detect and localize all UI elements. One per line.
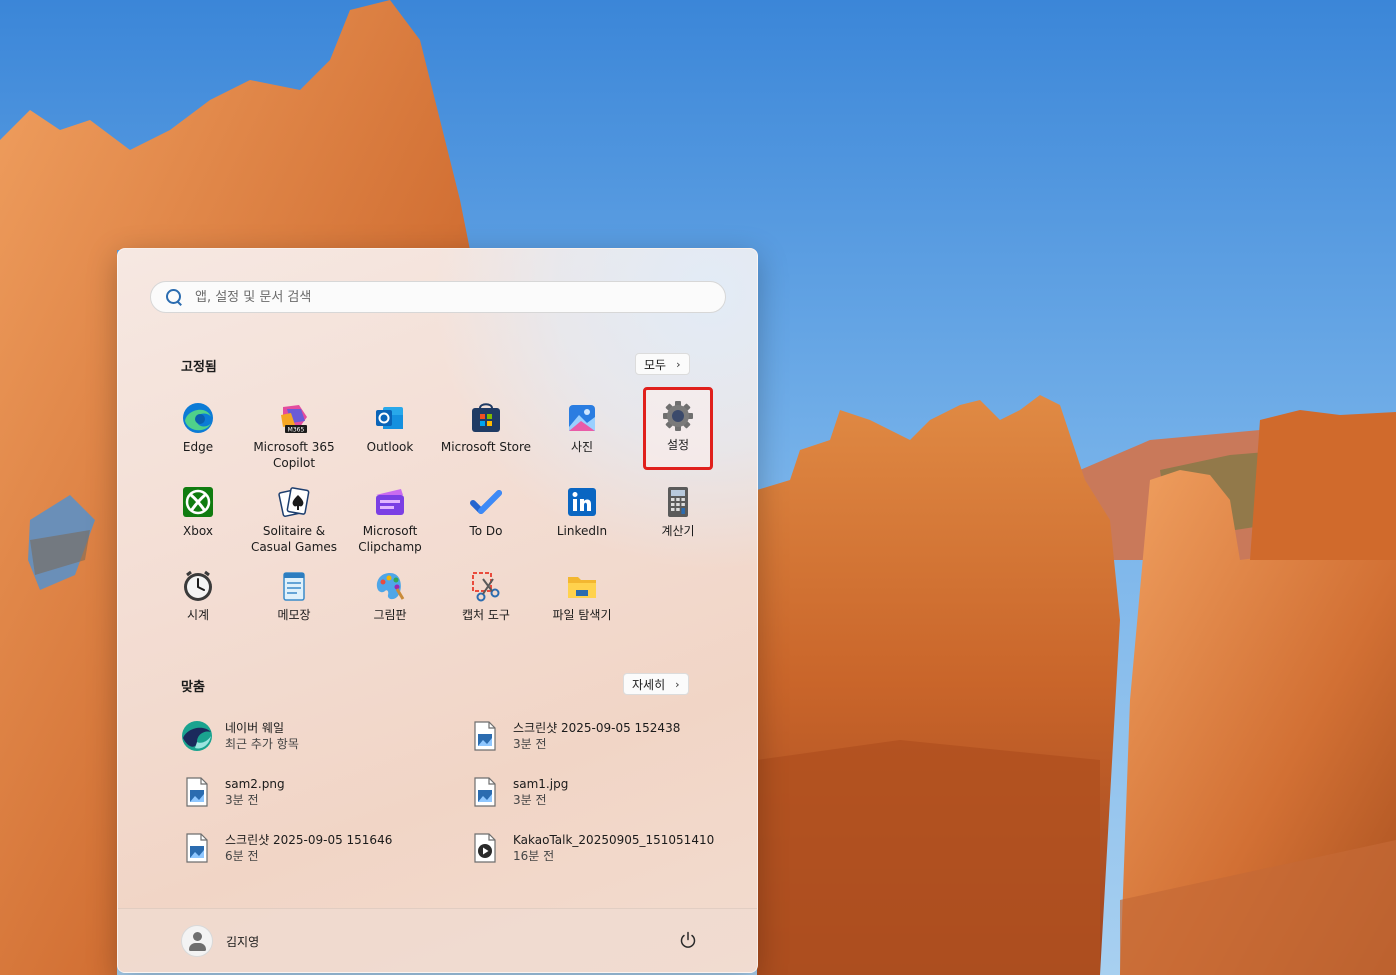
- app-settings[interactable]: 설정: [643, 387, 713, 470]
- app-snipping-tool[interactable]: 캡처 도구: [438, 565, 534, 649]
- outlook-icon: [373, 401, 407, 435]
- recommended-sub: 16분 전: [513, 849, 555, 863]
- svg-text:M365: M365: [288, 427, 305, 434]
- power-icon[interactable]: [679, 931, 697, 949]
- recommended-sub: 3분 전: [513, 737, 547, 751]
- app-label: 메모장: [277, 608, 311, 622]
- recommended-name: sam1.jpg: [513, 777, 569, 791]
- app-label: 그림판: [373, 608, 407, 622]
- all-apps-label: 모두: [644, 357, 667, 372]
- app-label: 캡처 도구: [462, 608, 510, 622]
- app-label: Edge: [182, 440, 214, 454]
- app-label: 설정: [666, 438, 690, 452]
- app-clipchamp[interactable]: Microsoft Clipchamp: [342, 481, 438, 565]
- app-label: Microsoft 365 Copilot: [253, 440, 335, 470]
- app-xbox[interactable]: Xbox: [150, 481, 246, 565]
- app-label: Microsoft Store: [440, 440, 532, 454]
- app-notepad[interactable]: 메모장: [246, 565, 342, 649]
- app-label: Xbox: [183, 524, 213, 538]
- image-file-icon: [181, 832, 213, 864]
- settings-gear-icon: [661, 399, 695, 433]
- app-label: LinkedIn: [556, 524, 608, 538]
- image-file-icon: [181, 776, 213, 808]
- solitaire-icon: [277, 485, 311, 519]
- chevron-right-icon: ›: [676, 357, 681, 371]
- image-file-icon: [469, 720, 501, 752]
- clipchamp-icon: [373, 485, 407, 519]
- app-solitaire[interactable]: Solitaire & Casual Games: [246, 481, 342, 565]
- recommended-item[interactable]: sam2.png 3분 전: [181, 776, 285, 808]
- app-label: 시계: [186, 608, 210, 622]
- paint-palette-icon: [373, 569, 407, 603]
- pinned-section-title: 고정됨: [181, 360, 217, 375]
- clock-icon: [181, 569, 215, 603]
- calculator-icon: [661, 485, 695, 519]
- edge-icon: [181, 401, 215, 435]
- all-apps-button[interactable]: 모두 ›: [635, 353, 690, 375]
- recommended-sub: 최근 추가 항목: [225, 737, 299, 751]
- start-menu: 고정됨 모두 › Edge M365 Microsoft 365 Copilot…: [117, 248, 758, 973]
- user-avatar-icon[interactable]: [181, 925, 213, 957]
- app-label: Microsoft Clipchamp: [358, 524, 422, 554]
- app-label: Solitaire & Casual Games: [250, 524, 338, 554]
- snipping-tool-icon: [469, 569, 503, 603]
- store-icon: [469, 401, 503, 435]
- whale-browser-icon: [181, 720, 213, 752]
- app-label: 사진: [570, 440, 594, 454]
- app-file-explorer[interactable]: 파일 탐색기: [534, 565, 630, 649]
- app-label: 파일 탐색기: [552, 608, 612, 622]
- app-paint[interactable]: 그림판: [342, 565, 438, 649]
- file-explorer-folder-icon: [565, 569, 599, 603]
- app-outlook[interactable]: Outlook: [342, 397, 438, 481]
- recommended-item[interactable]: 스크린샷 2025-09-05 151646 6분 전: [181, 832, 392, 864]
- app-microsoft-store[interactable]: Microsoft Store: [438, 397, 534, 481]
- app-label: To Do: [469, 524, 503, 538]
- image-file-icon: [469, 776, 501, 808]
- linkedin-icon: [565, 485, 599, 519]
- app-clock[interactable]: 시계: [150, 565, 246, 649]
- more-recommended-button[interactable]: 자세히 ›: [623, 673, 689, 695]
- chevron-right-icon: ›: [675, 677, 680, 691]
- start-footer: 김지영: [118, 908, 757, 972]
- more-label: 자세히: [632, 677, 666, 692]
- search-icon: [165, 288, 183, 306]
- recommended-sub: 3분 전: [513, 793, 547, 807]
- user-name[interactable]: 김지영: [226, 933, 259, 950]
- app-linkedin[interactable]: LinkedIn: [534, 481, 630, 565]
- app-photos[interactable]: 사진: [534, 397, 630, 481]
- recommended-item[interactable]: sam1.jpg 3분 전: [469, 776, 568, 808]
- app-label: Outlook: [366, 440, 414, 454]
- recommended-name: sam2.png: [225, 777, 285, 791]
- recommended-name: 스크린샷 2025-09-05 151646: [225, 833, 393, 847]
- xbox-icon: [181, 485, 215, 519]
- app-m365-copilot[interactable]: M365 Microsoft 365 Copilot: [246, 397, 342, 481]
- app-label: 계산기: [661, 524, 695, 538]
- search-box[interactable]: [150, 281, 726, 313]
- todo-check-icon: [469, 485, 503, 519]
- app-edge[interactable]: Edge: [150, 397, 246, 481]
- video-file-icon: [469, 832, 501, 864]
- recommended-item[interactable]: 네이버 웨일 최근 추가 항목: [181, 720, 299, 752]
- app-todo[interactable]: To Do: [438, 481, 534, 565]
- recommended-name: 네이버 웨일: [225, 721, 285, 735]
- recommended-sub: 6분 전: [225, 849, 259, 863]
- recommended-item[interactable]: 스크린샷 2025-09-05 152438 3분 전: [469, 720, 680, 752]
- recommended-sub: 3분 전: [225, 793, 259, 807]
- recommended-section-title: 맞춤: [181, 680, 205, 695]
- notepad-icon: [277, 569, 311, 603]
- search-input[interactable]: [195, 289, 695, 305]
- recommended-name: 스크린샷 2025-09-05 152438: [513, 721, 681, 735]
- photos-icon: [565, 401, 599, 435]
- m365-copilot-icon: M365: [277, 401, 311, 435]
- recommended-name: KakaoTalk_20250905_151051410: [513, 833, 715, 847]
- recommended-item[interactable]: KakaoTalk_20250905_151051410 16분 전: [469, 832, 714, 864]
- app-calculator[interactable]: 계산기: [630, 481, 726, 565]
